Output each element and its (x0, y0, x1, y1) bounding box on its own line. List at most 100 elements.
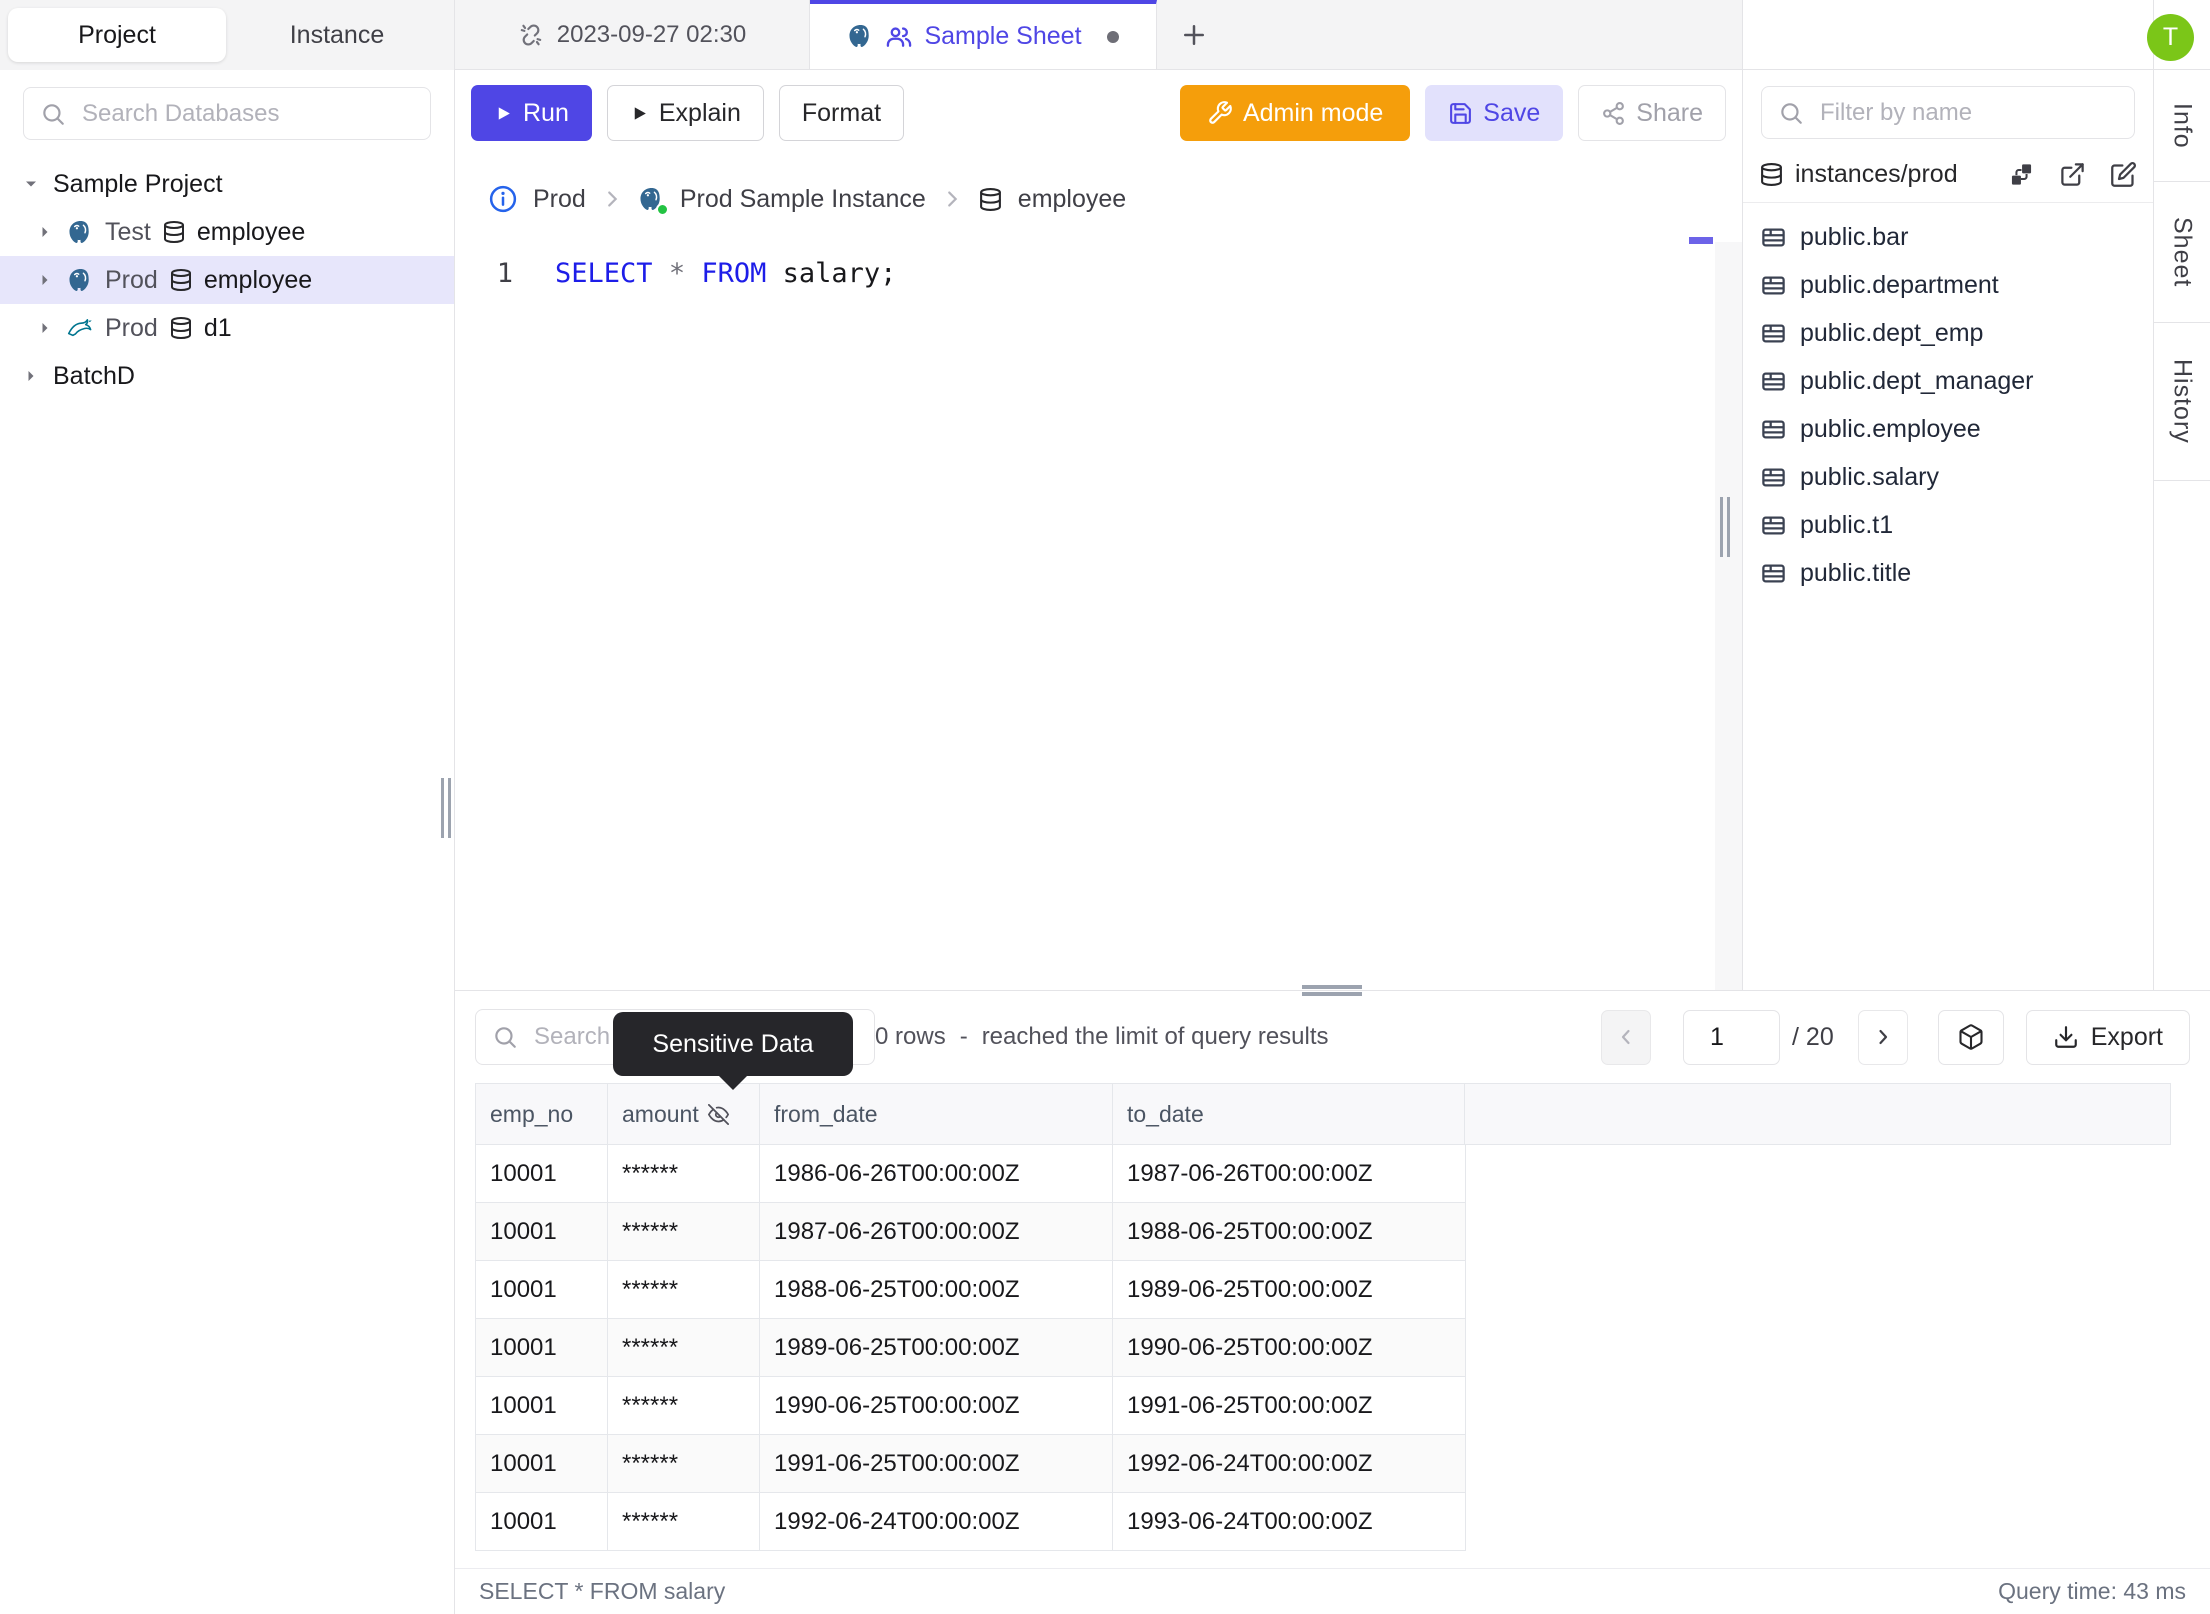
environment-label: Prod (105, 313, 158, 342)
column-header-emp-no[interactable]: emp_no (476, 1084, 608, 1144)
run-button[interactable]: Run (471, 85, 592, 141)
cell[interactable]: 10001 (476, 1435, 608, 1492)
cell[interactable]: 10001 (476, 1319, 608, 1376)
table-list-item[interactable]: public.dept_manager (1743, 357, 2153, 405)
database-search-input[interactable] (23, 87, 431, 140)
schema-diagram-icon[interactable] (2008, 161, 2035, 188)
cell-masked[interactable]: ****** (608, 1319, 760, 1376)
table-row[interactable]: 10001 ****** 1990-06-25T00:00:00Z 1991-06-2… (475, 1377, 1466, 1435)
database-name: employee (203, 265, 313, 294)
column-header-to-date[interactable]: to_date (1113, 1084, 1465, 1144)
cell[interactable]: 1991-06-25T00:00:00Z (1113, 1377, 1465, 1434)
external-link-icon[interactable] (2059, 161, 2086, 188)
sql-editor[interactable]: 1 SELECT * FROM salary; (455, 237, 1742, 990)
tab-info[interactable]: Info (2154, 70, 2210, 182)
sidebar-resize-handle[interactable] (441, 778, 451, 838)
cell[interactable]: 10001 (476, 1145, 608, 1202)
cell[interactable]: 1990-06-25T00:00:00Z (1113, 1319, 1465, 1376)
tree-item-sample-project[interactable]: Sample Project (0, 160, 454, 208)
save-button[interactable]: Save (1425, 85, 1564, 141)
prev-page-button[interactable] (1601, 1009, 1652, 1065)
page-total: / 20 (1792, 1022, 1834, 1051)
line-number: 1 (496, 258, 513, 289)
tree-item-prod-employee[interactable]: Prod employee (0, 256, 454, 304)
table-list-item[interactable]: public.t1 (1743, 501, 2153, 549)
cell-masked[interactable]: ****** (608, 1377, 760, 1434)
tab-sample-sheet[interactable]: Sample Sheet (810, 0, 1157, 69)
caret-right-icon[interactable] (34, 222, 56, 242)
sql-editor-app: Project Instance Sample Project Test emp… (0, 0, 2210, 1614)
format-button[interactable]: Format (778, 85, 905, 141)
table-list-item[interactable]: public.salary (1743, 453, 2153, 501)
cell-masked[interactable]: ****** (608, 1145, 760, 1202)
table-row[interactable]: 10001 ****** 1991-06-25T00:00:00Z 1992-06-2… (475, 1435, 1466, 1493)
cell[interactable]: 1987-06-26T00:00:00Z (1113, 1145, 1465, 1202)
eye-off-icon[interactable] (707, 1103, 729, 1125)
table-list-item[interactable]: public.dept_emp (1743, 309, 2153, 357)
cell-masked[interactable]: ****** (608, 1261, 760, 1318)
column-header-amount[interactable]: amount (608, 1084, 760, 1144)
table-row[interactable]: 10001 ****** 1986-06-26T00:00:00Z 1987-06-2… (475, 1145, 1466, 1203)
breadcrumb-instance[interactable]: Prod Sample Instance (680, 185, 926, 214)
cell[interactable]: 1990-06-25T00:00:00Z (760, 1377, 1113, 1434)
share-button[interactable]: Share (1578, 85, 1726, 141)
cell-masked[interactable]: ****** (608, 1435, 760, 1492)
tree-item-batchd[interactable]: BatchD (0, 352, 454, 400)
table-row[interactable]: 10001 ****** 1989-06-25T00:00:00Z 1990-06-2… (475, 1319, 1466, 1377)
tree-item-prod-d1[interactable]: Prod d1 (0, 304, 454, 352)
caret-right-icon[interactable] (20, 366, 42, 386)
caret-down-icon[interactable] (20, 174, 42, 194)
breadcrumb-database[interactable]: employee (1018, 185, 1126, 214)
tab-draft-sheet[interactable]: 2023-09-27 02:30 (455, 0, 810, 69)
user-avatar[interactable]: T (2147, 14, 2194, 61)
tree-item-test-employee[interactable]: Test employee (0, 208, 454, 256)
cell[interactable]: 1988-06-25T00:00:00Z (760, 1261, 1113, 1318)
cell[interactable]: 10001 (476, 1493, 608, 1550)
add-tab-button[interactable] (1157, 0, 1231, 69)
export-button[interactable]: Export (2025, 1009, 2190, 1065)
cell[interactable]: 1993-06-24T00:00:00Z (1113, 1493, 1465, 1550)
explain-button[interactable]: Explain (606, 85, 764, 141)
editor-scrollbar-gutter[interactable] (1715, 242, 1742, 990)
breadcrumb-environment[interactable]: Prod (533, 185, 586, 214)
admin-mode-button[interactable]: Admin mode (1179, 85, 1411, 141)
cell[interactable]: 1987-06-26T00:00:00Z (760, 1203, 1113, 1260)
table-row[interactable]: 10001 ****** 1992-06-24T00:00:00Z 1993-06-2… (475, 1493, 1466, 1551)
caret-right-icon[interactable] (34, 270, 56, 290)
table-row[interactable]: 10001 ****** 1988-06-25T00:00:00Z 1989-06-2… (475, 1261, 1466, 1319)
cell[interactable]: 1992-06-24T00:00:00Z (760, 1493, 1113, 1550)
tab-project[interactable]: Project (8, 8, 226, 62)
table-list-item[interactable]: public.employee (1743, 405, 2153, 453)
caret-right-icon[interactable] (34, 318, 56, 338)
cell[interactable]: 10001 (476, 1261, 608, 1318)
cell[interactable]: 1988-06-25T00:00:00Z (1113, 1203, 1465, 1260)
table-icon (1760, 512, 1787, 539)
share-label: Share (1636, 98, 1703, 127)
table-row[interactable]: 10001 ****** 1987-06-26T00:00:00Z 1988-06-2… (475, 1203, 1466, 1261)
cell[interactable]: 10001 (476, 1203, 608, 1260)
cell[interactable]: 1991-06-25T00:00:00Z (760, 1435, 1113, 1492)
schema-panel-resize-handle[interactable] (1720, 497, 1730, 557)
edit-sheet-icon[interactable] (2110, 161, 2137, 188)
tab-sheet[interactable]: Sheet (2154, 182, 2210, 323)
table-filter-input[interactable] (1761, 86, 2135, 139)
tab-instance[interactable]: Instance (228, 8, 446, 62)
cell-masked[interactable]: ****** (608, 1203, 760, 1260)
cell[interactable]: 10001 (476, 1377, 608, 1434)
tab-history[interactable]: History (2154, 323, 2210, 481)
cell[interactable]: 1989-06-25T00:00:00Z (1113, 1261, 1465, 1318)
run-label: Run (523, 98, 569, 127)
content-column: 2023-09-27 02:30 Sample Sheet Run Explai… (455, 0, 2210, 1614)
info-icon[interactable] (488, 184, 518, 214)
table-list-item[interactable]: public.title (1743, 549, 2153, 597)
page-number-input[interactable] (1683, 1009, 1781, 1065)
column-header-from-date[interactable]: from_date (760, 1084, 1113, 1144)
cell[interactable]: 1986-06-26T00:00:00Z (760, 1145, 1113, 1202)
cell[interactable]: 1992-06-24T00:00:00Z (1113, 1435, 1465, 1492)
table-list-item[interactable]: public.bar (1743, 213, 2153, 261)
cell[interactable]: 1989-06-25T00:00:00Z (760, 1319, 1113, 1376)
next-page-button[interactable] (1857, 1009, 1908, 1065)
table-list-item[interactable]: public.department (1743, 261, 2153, 309)
box-icon-button[interactable] (1937, 1009, 2004, 1065)
cell-masked[interactable]: ****** (608, 1493, 760, 1550)
